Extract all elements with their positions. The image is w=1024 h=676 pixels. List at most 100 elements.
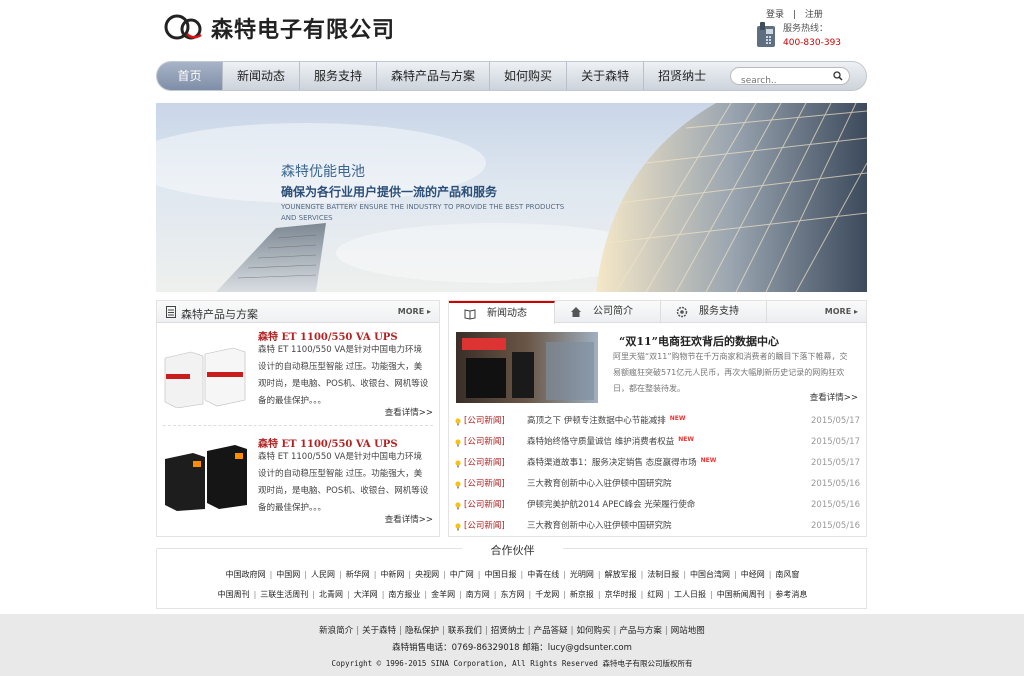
partner-link[interactable]: 红网 (643, 590, 667, 599)
nav-item-about[interactable]: 关于森特 (567, 62, 645, 90)
footer-link[interactable]: 新浪简介 (316, 626, 356, 636)
search-icon[interactable] (833, 71, 843, 81)
partner-link[interactable]: 中国网 (272, 570, 304, 579)
featured-news-detail-link[interactable]: 查看详情>> (810, 391, 858, 403)
partner-link[interactable]: 中新网 (376, 570, 408, 579)
footer-link[interactable]: 联系我们 (445, 626, 485, 636)
news-row[interactable]: [公司新闻] 森特渠道故事1：服务决定销售 态度赢得市场 NEW 2015/05/… (455, 453, 860, 474)
bulb-icon (455, 439, 461, 447)
partner-link[interactable]: 光明网 (566, 570, 598, 579)
nav-item-products[interactable]: 森特产品与方案 (377, 62, 491, 90)
news-category[interactable]: [公司新闻] (464, 474, 505, 495)
partner-link[interactable]: 北青网 (315, 590, 347, 599)
product-name[interactable]: 森特 ET 1100/550 VA UPS (258, 328, 398, 343)
news-category[interactable]: [公司新闻] (464, 453, 505, 474)
nav-item-service[interactable]: 服务支持 (300, 62, 378, 90)
partner-link[interactable]: 中经网 (737, 570, 769, 579)
products-more-label: MORE (397, 307, 425, 316)
news-title[interactable]: 森特始终恪守质量诚信 维护消费者权益 NEW (527, 432, 694, 453)
partner-link[interactable]: 工人日报 (670, 590, 710, 599)
footer-link[interactable]: 产品答疑 (531, 626, 571, 636)
product-name[interactable]: 森特 ET 1100/550 VA UPS (258, 435, 398, 450)
partner-link[interactable]: 南方网 (462, 590, 494, 599)
footer-link[interactable]: 招贤纳士 (488, 626, 528, 636)
news-category[interactable]: [公司新闻] (464, 516, 505, 537)
news-panel: 新闻动态 公司简介 服务支持 MORE ▸ “双11”电商狂欢背后的数据中心 阿… (448, 300, 867, 537)
partner-link[interactable]: 央视网 (411, 570, 443, 579)
news-title[interactable]: 三大教育创新中心入驻伊顿中国研究院 (527, 474, 672, 495)
hero-banner[interactable]: 森特优能电池 确保为各行业用户提供一流的产品和服务 YOUNENGTE BATT… (156, 103, 867, 292)
footer-link[interactable]: 关于森特 (359, 626, 399, 636)
banner-english-text: YOUNENGTE BATTERY ENSURE THE INDUSTRY TO… (281, 203, 565, 222)
partner-link[interactable]: 南方报业 (384, 590, 424, 599)
news-row[interactable]: [公司新闻] 高顶之下 伊顿专注数据中心节能减排 NEW 2015/05/17 (455, 411, 860, 432)
nav-item-how-to-buy[interactable]: 如何购买 (490, 62, 568, 90)
news-date: 2015/05/17 (811, 416, 860, 426)
partner-link[interactable]: 南风窗 (771, 570, 803, 579)
product-detail-link[interactable]: 查看详情>> (385, 513, 433, 525)
partner-link[interactable]: 参考消息 (771, 590, 811, 599)
partner-link[interactable]: 东方网 (497, 590, 529, 599)
partner-link[interactable]: 新京报 (566, 590, 598, 599)
ups-black-image[interactable] (163, 441, 247, 511)
footer-link[interactable]: 网站地图 (668, 626, 708, 636)
featured-news-image[interactable] (456, 332, 598, 403)
partner-link[interactable]: 中国日报 (481, 570, 521, 579)
tab-company-profile[interactable]: 公司简介 (555, 301, 661, 323)
partner-link[interactable]: 新华网 (342, 570, 374, 579)
featured-news-title[interactable]: “双11”电商狂欢背后的数据中心 (619, 333, 779, 349)
nav-item-news[interactable]: 新闻动态 (223, 62, 301, 90)
news-category[interactable]: [公司新闻] (464, 432, 505, 453)
partner-link[interactable]: 京华时报 (601, 590, 641, 599)
partner-link[interactable]: 中广网 (446, 570, 478, 579)
new-badge: NEW (669, 415, 686, 422)
news-category[interactable]: [公司新闻] (464, 495, 505, 516)
news-row[interactable]: [公司新闻] 伊顿完美护航2014 APEC峰会 光荣履行使命 2015/05/… (455, 495, 860, 516)
partner-link[interactable]: 中国新闻周刊 (713, 590, 769, 599)
partner-link[interactable]: 中青在线 (523, 570, 563, 579)
ups-white-image[interactable] (163, 338, 247, 408)
search-input[interactable] (731, 73, 831, 89)
partner-link[interactable]: 大洋网 (350, 590, 382, 599)
news-row[interactable]: [公司新闻] 三大教育创新中心入驻伊顿中国研究院 2015/05/16 (455, 474, 860, 495)
news-row[interactable]: [公司新闻] 三大教育创新中心入驻伊顿中国研究院 2015/05/16 (455, 516, 860, 537)
nav-item-jobs[interactable]: 招贤纳士 (644, 62, 720, 90)
bulb-icon (455, 418, 461, 426)
product-item[interactable]: 森特 ET 1100/550 VA UPS 森特 ET 1100/550 VA是… (157, 431, 439, 531)
tab-service-support[interactable]: 服务支持 (661, 301, 767, 323)
top-links: 登录 | 注册 (763, 7, 826, 20)
hotline-number: 400-830-393 (783, 38, 842, 48)
news-title[interactable]: 森特渠道故事1：服务决定销售 态度赢得市场 NEW (527, 453, 716, 474)
featured-ups-image (462, 338, 594, 400)
banner-buildings-image (156, 103, 867, 292)
partner-link[interactable]: 中国台湾网 (686, 570, 734, 579)
partner-link[interactable]: 人民网 (307, 570, 339, 579)
partner-link[interactable]: 中国周刊 (214, 590, 254, 599)
product-item[interactable]: 森特 ET 1100/550 VA UPS 森特 ET 1100/550 VA是… (157, 324, 439, 424)
partner-link[interactable]: 金羊网 (427, 590, 459, 599)
news-list: [公司新闻] 高顶之下 伊顿专注数据中心节能减排 NEW 2015/05/17 [… (455, 411, 860, 537)
news-category[interactable]: [公司新闻] (464, 411, 505, 432)
product-detail-link[interactable]: 查看详情>> (385, 406, 433, 418)
news-row[interactable]: [公司新闻] 森特始终恪守质量诚信 维护消费者权益 NEW 2015/05/17 (455, 432, 860, 453)
login-link[interactable]: 登录 (766, 10, 784, 20)
tab-news-label: 新闻动态 (487, 308, 527, 319)
tab-service-support-label: 服务支持 (699, 306, 739, 317)
tab-news[interactable]: 新闻动态 (449, 301, 555, 324)
logo[interactable]: 森特电子有限公司 (163, 12, 395, 44)
news-title[interactable]: 三大教育创新中心入驻伊顿中国研究院 (527, 516, 672, 537)
footer-link[interactable]: 隐私保护 (402, 626, 442, 636)
nav-item-home[interactable]: 首页 (157, 62, 223, 90)
register-link[interactable]: 注册 (805, 10, 823, 20)
partner-link[interactable]: 解放军报 (601, 570, 641, 579)
news-more-link[interactable]: MORE ▸ (825, 307, 858, 316)
partner-link[interactable]: 法制日报 (643, 570, 683, 579)
partner-link[interactable]: 千龙网 (531, 590, 563, 599)
partner-link[interactable]: 中国政府网 (222, 570, 270, 579)
partner-link[interactable]: 三联生活周刊 (256, 590, 312, 599)
footer-link[interactable]: 如何购买 (574, 626, 614, 636)
news-title[interactable]: 伊顿完美护航2014 APEC峰会 光荣履行使命 (527, 495, 695, 516)
footer-link[interactable]: 产品与方案 (616, 626, 665, 636)
products-more-link[interactable]: MORE ▸ (398, 307, 431, 316)
news-title[interactable]: 高顶之下 伊顿专注数据中心节能减排 NEW (527, 411, 685, 432)
